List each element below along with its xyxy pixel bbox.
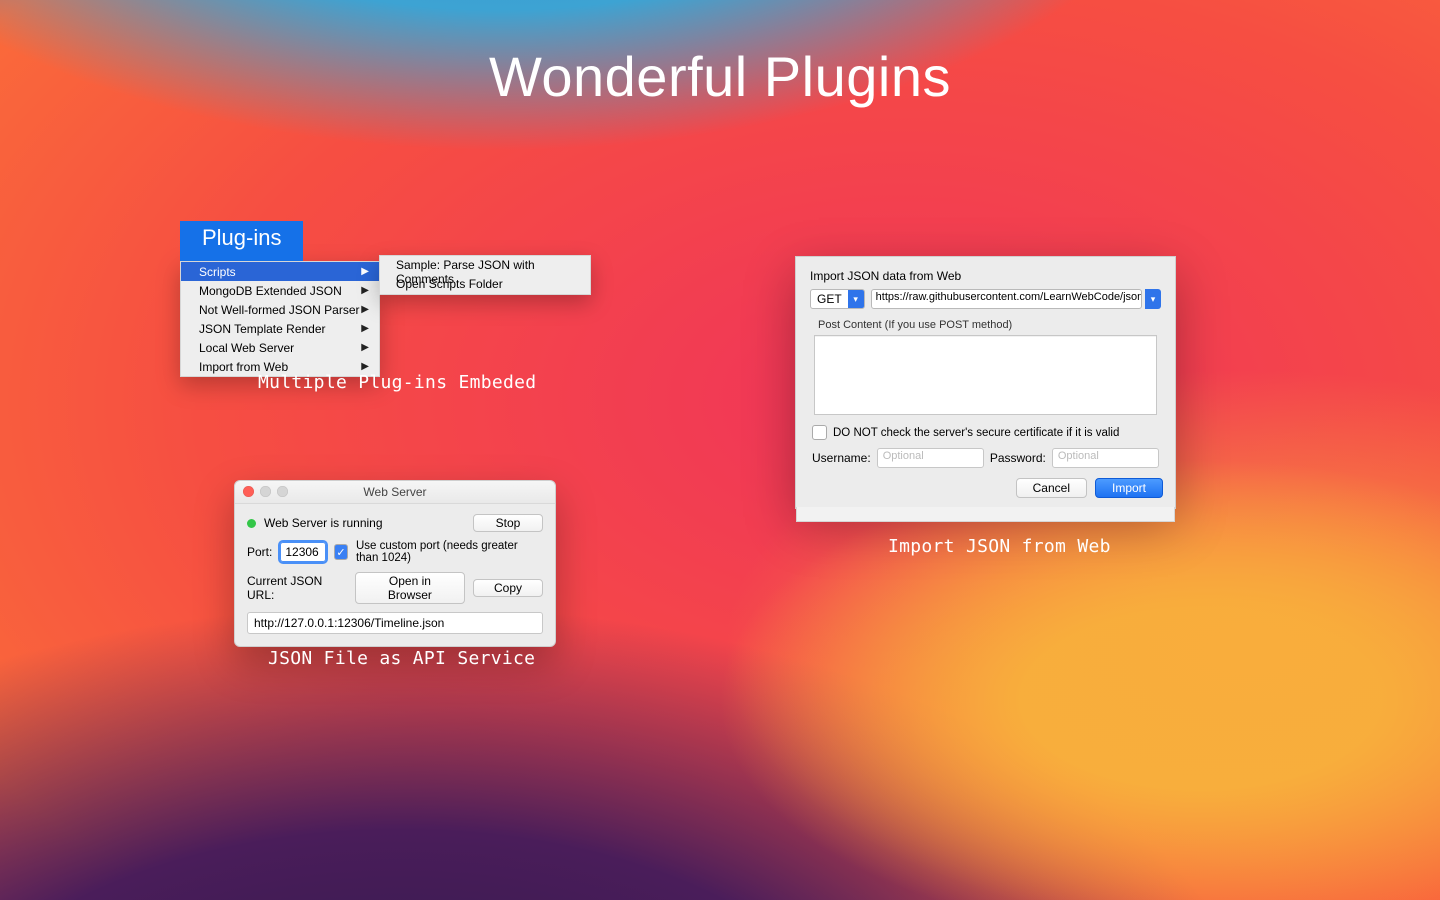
- menu-item-label: Scripts: [199, 265, 236, 279]
- custom-port-label: Use custom port (needs greater than 1024…: [356, 540, 543, 564]
- import-dialog-title: Import JSON data from Web: [796, 257, 1175, 289]
- page-title: Wonderful Plugins: [0, 44, 1440, 109]
- submenu-arrow-icon: ▶: [361, 361, 369, 372]
- current-url-label: Current JSON URL:: [247, 574, 347, 602]
- submenu-arrow-icon: ▶: [361, 304, 369, 315]
- menu-item-template-render[interactable]: JSON Template Render ▶: [181, 319, 379, 338]
- skip-cert-checkbox[interactable]: [812, 425, 827, 440]
- titlebar: Web Server: [235, 481, 555, 504]
- menu-header[interactable]: Plug-ins: [180, 221, 303, 261]
- import-button[interactable]: Import: [1095, 478, 1163, 498]
- port-label: Port:: [247, 545, 272, 559]
- custom-port-checkbox[interactable]: ✓: [334, 544, 348, 560]
- skip-cert-label: DO NOT check the server's secure certifi…: [833, 427, 1119, 439]
- post-content-textarea[interactable]: [814, 335, 1157, 415]
- post-content-label: Post Content (If you use POST method): [796, 315, 1175, 335]
- copy-button[interactable]: Copy: [473, 579, 543, 597]
- url-input[interactable]: https://raw.githubusercontent.com/LearnW…: [871, 289, 1142, 309]
- submenu-open-folder[interactable]: Open Scripts Folder: [380, 275, 590, 294]
- menu-item-label: Not Well-formed JSON Parser: [199, 303, 359, 317]
- submenu-arrow-icon: ▶: [361, 266, 369, 277]
- password-label: Password:: [990, 451, 1046, 465]
- password-input[interactable]: Optional: [1052, 448, 1159, 468]
- plugins-caption: Multiple Plug-ins Embeded: [258, 372, 536, 393]
- close-icon[interactable]: [243, 486, 254, 497]
- web-server-window: Web Server Web Server is running Stop Po…: [234, 480, 556, 647]
- minimize-icon: [260, 486, 271, 497]
- webserver-caption: JSON File as API Service: [268, 648, 535, 669]
- cancel-button[interactable]: Cancel: [1016, 478, 1087, 498]
- http-method-select[interactable]: GET ▾: [810, 289, 865, 309]
- menu-item-not-well-formed[interactable]: Not Well-formed JSON Parser ▶: [181, 300, 379, 319]
- menu-item-mongodb[interactable]: MongoDB Extended JSON ▶: [181, 281, 379, 300]
- scripts-submenu: Sample: Parse JSON with Comments Open Sc…: [379, 255, 591, 295]
- import-json-dialog: Import JSON data from Web GET ▾ https://…: [795, 256, 1176, 509]
- menu-item-label: JSON Template Render: [199, 322, 326, 336]
- url-history-dropdown-icon[interactable]: ▾: [1145, 289, 1161, 309]
- plugins-menu: Plug-ins Scripts ▶ MongoDB Extended JSON…: [180, 221, 380, 377]
- submenu-arrow-icon: ▶: [361, 285, 369, 296]
- username-input[interactable]: Optional: [877, 448, 984, 468]
- http-method-value: GET: [811, 292, 848, 306]
- submenu-sample-parse[interactable]: Sample: Parse JSON with Comments: [380, 256, 590, 275]
- menu-item-scripts[interactable]: Scripts ▶: [181, 262, 379, 281]
- chevron-down-icon: ▾: [848, 290, 864, 308]
- menu-item-local-web-server[interactable]: Local Web Server ▶: [181, 338, 379, 357]
- status-running-icon: [247, 519, 256, 528]
- username-label: Username:: [812, 451, 871, 465]
- import-caption: Import JSON from Web: [888, 536, 1111, 557]
- stop-button[interactable]: Stop: [473, 514, 543, 532]
- open-in-browser-button[interactable]: Open in Browser: [355, 572, 465, 604]
- submenu-arrow-icon: ▶: [361, 323, 369, 334]
- window-title: Web Server: [363, 485, 426, 499]
- submenu-arrow-icon: ▶: [361, 342, 369, 353]
- menu-item-label: Local Web Server: [199, 341, 294, 355]
- port-input[interactable]: 12306: [280, 542, 326, 562]
- current-url-field[interactable]: http://127.0.0.1:12306/Timeline.json: [247, 612, 543, 634]
- menu-dropdown: Scripts ▶ MongoDB Extended JSON ▶ Not We…: [180, 261, 380, 377]
- zoom-icon: [277, 486, 288, 497]
- menu-item-label: MongoDB Extended JSON: [199, 284, 342, 298]
- server-status-label: Web Server is running: [264, 516, 383, 530]
